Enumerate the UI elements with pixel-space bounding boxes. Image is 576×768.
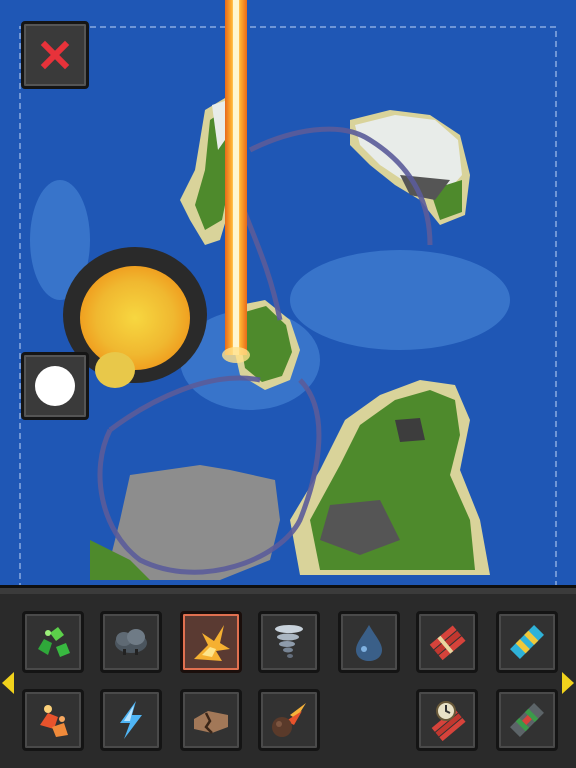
tool-lava[interactable] [22,689,84,751]
scroll-right-arrow[interactable] [562,672,574,694]
lightning-icon [120,701,142,739]
close-icon [40,40,70,70]
circle-brush-icon [35,366,75,406]
tool-meteor[interactable] [258,689,320,751]
tnt-icon [510,625,544,659]
tool-dynamite[interactable] [416,611,478,673]
meteor-icon [272,703,306,737]
explosion-icon [194,625,230,661]
close-button[interactable] [21,21,89,89]
tool-water[interactable] [338,611,400,673]
timed-bomb-icon [431,701,466,742]
tool-tornado[interactable] [258,611,320,673]
water-drop-icon [356,625,382,661]
wasteland [110,465,280,580]
tool-tnt[interactable] [496,611,558,673]
tool-crack[interactable] [180,689,242,751]
tornado-icon [275,625,303,658]
dynamite-icon [429,625,466,661]
tool-mine[interactable] [496,689,558,751]
scroll-left-arrow[interactable] [2,672,14,694]
game-screen [0,0,576,768]
lava-icon [40,705,68,737]
mine-icon [510,703,544,737]
tool-acid[interactable] [22,611,84,673]
laser-beam [222,0,250,363]
rain-cloud-icon [115,629,147,655]
tool-timed-bomb[interactable] [416,689,478,751]
tool-lightning[interactable] [100,689,162,751]
brush-size-button[interactable] [21,352,89,420]
acid-icon [38,627,70,657]
tool-explosion[interactable] [180,611,242,673]
crack-icon [194,711,228,734]
tool-rain-cloud[interactable] [100,611,162,673]
